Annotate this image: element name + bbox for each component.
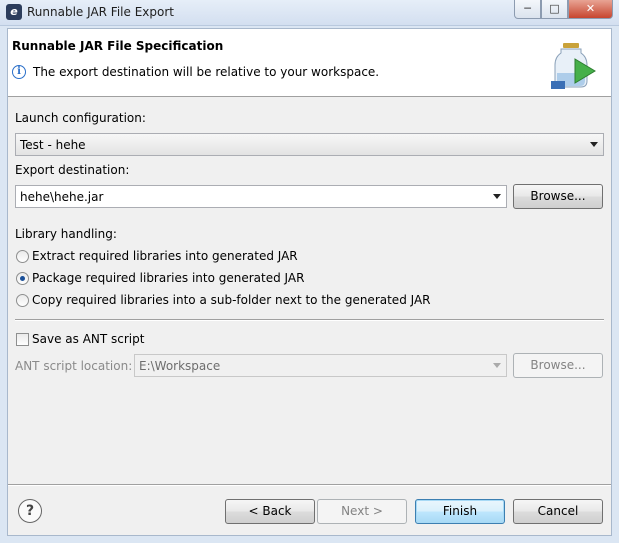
save-ant-label[interactable]: Save as ANT script [32,332,144,346]
section-divider [15,319,604,321]
window-title: Runnable JAR File Export [27,5,174,19]
info-icon: i [12,65,26,79]
launch-config-label: Launch configuration: [15,111,146,125]
title-bar: e Runnable JAR File Export ─ □ ✕ [0,0,619,26]
export-destination-combo[interactable]: hehe\hehe.jar [15,185,507,208]
chevron-down-icon [493,194,501,199]
package-libraries-label[interactable]: Package required libraries into generate… [32,271,304,285]
save-ant-checkbox[interactable] [16,333,29,346]
ant-location-combo[interactable]: E:\Workspace [134,354,507,377]
next-button[interactable]: Next > [317,499,407,524]
radio-copy-libraries[interactable] [16,294,29,307]
finish-button[interactable]: Finish [415,499,505,524]
eclipse-icon: e [6,4,22,20]
ant-location-value: E:\Workspace [139,359,221,373]
close-button[interactable]: ✕ [568,0,613,19]
launch-config-select[interactable]: Test - hehe [15,133,604,156]
back-button[interactable]: < Back [225,499,315,524]
window-controls: ─ □ ✕ [514,0,613,19]
export-destination-value: hehe\hehe.jar [20,190,104,204]
footer-divider [8,484,611,486]
cancel-button[interactable]: Cancel [513,499,603,524]
help-icon[interactable]: ? [18,499,42,523]
header-message: The export destination will be relative … [33,65,380,79]
jar-export-icon [551,43,596,89]
dialog-client: Runnable JAR File Specification i The ex… [7,28,612,536]
ant-browse-button[interactable]: Browse... [513,353,603,378]
copy-libraries-label[interactable]: Copy required libraries into a sub-folde… [32,293,431,307]
export-browse-button[interactable]: Browse... [513,184,603,209]
page-title: Runnable JAR File Specification [12,39,224,53]
maximize-button[interactable]: □ [541,0,568,19]
chevron-down-icon [493,363,501,368]
minimize-button[interactable]: ─ [514,0,541,19]
launch-config-value: Test - hehe [20,138,86,152]
export-destination-label: Export destination: [15,163,130,177]
library-handling-label: Library handling: [15,227,117,241]
chevron-down-icon [590,142,598,147]
wizard-header: Runnable JAR File Specification i The ex… [8,29,611,97]
radio-extract-libraries[interactable] [16,250,29,263]
radio-package-libraries[interactable] [16,272,29,285]
ant-location-label: ANT script location: [15,359,133,373]
extract-libraries-label[interactable]: Extract required libraries into generate… [32,249,298,263]
